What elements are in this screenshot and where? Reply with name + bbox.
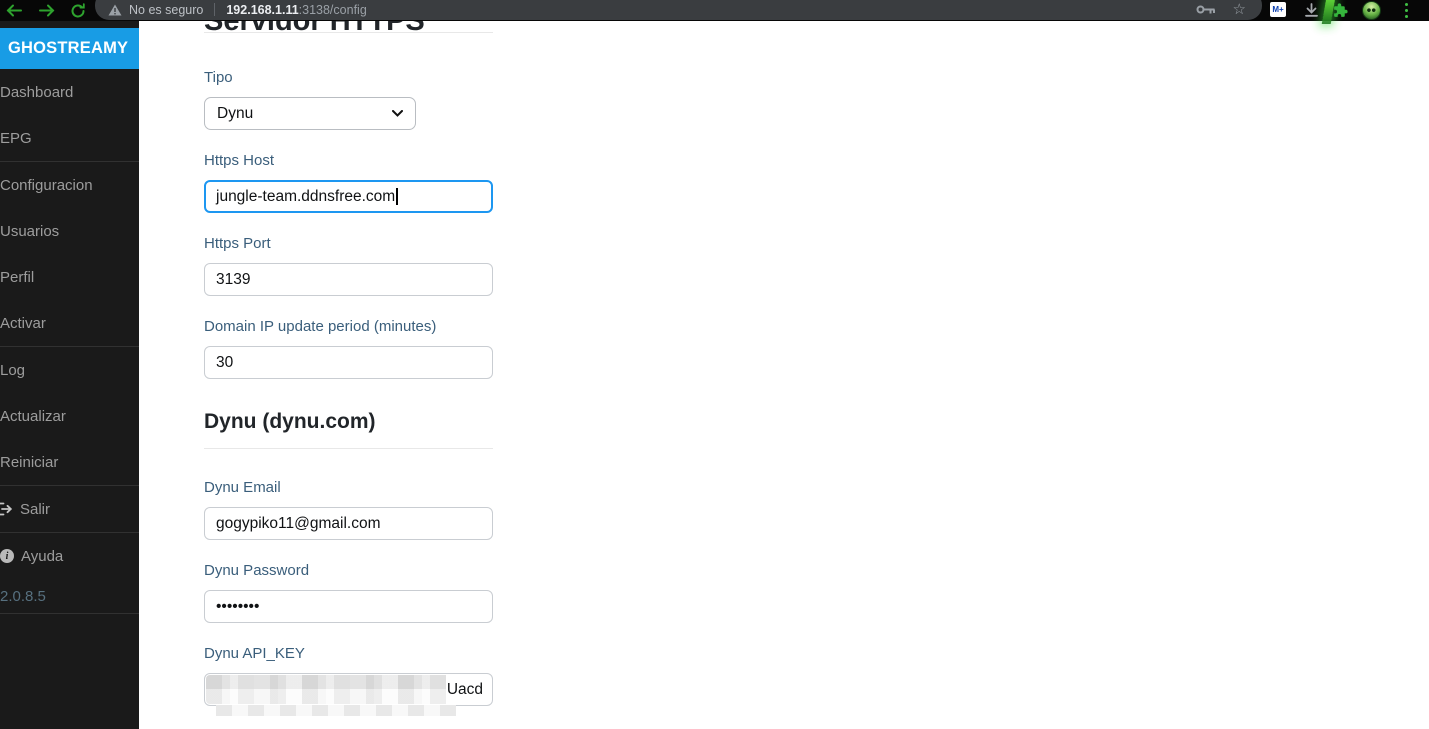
- sidebar-item-label: Dashboard: [0, 84, 73, 101]
- https-host-label: Https Host: [204, 153, 493, 168]
- dynu-password-label: Dynu Password: [204, 563, 493, 578]
- sidebar-item-label: Reiniciar: [0, 454, 58, 471]
- sidebar-item-label: Usuarios: [0, 223, 59, 240]
- sidebar-item-usuarios[interactable]: Usuarios: [0, 208, 139, 254]
- tipo-select[interactable]: Dynu: [204, 97, 416, 130]
- info-icon: i: [0, 549, 14, 563]
- dynu-email-input[interactable]: [204, 507, 493, 540]
- url-path: :3138/config: [299, 3, 367, 17]
- sidebar-item-reiniciar[interactable]: Reiniciar: [0, 439, 139, 485]
- apikey-visible-suffix: Uacd: [447, 673, 483, 706]
- sidebar-item-label: Actualizar: [0, 408, 66, 425]
- sidebar-item-label: Activar: [0, 315, 46, 332]
- sidebar-item-log[interactable]: Log: [0, 347, 139, 393]
- section-divider: [204, 448, 493, 449]
- omnibox-divider: [214, 3, 215, 16]
- url-text[interactable]: 192.168.1.11:3138/config: [226, 3, 366, 17]
- tipo-label: Tipo: [204, 70, 493, 85]
- sidebar-item-dashboard[interactable]: Dashboard: [0, 69, 139, 115]
- security-chip[interactable]: No es seguro: [108, 3, 203, 17]
- https-host-value: jungle-team.ddnsfree.com: [216, 188, 395, 206]
- bookmark-star-icon[interactable]: ☆: [1233, 2, 1246, 17]
- refresh-icon[interactable]: [70, 3, 86, 19]
- url-host: 192.168.1.11: [226, 3, 298, 17]
- sidebar-item-perfil[interactable]: Perfil: [0, 254, 139, 300]
- sidebar-item-label: Configuracion: [0, 177, 93, 194]
- browser-menu-icon[interactable]: [1405, 3, 1409, 18]
- back-icon[interactable]: [6, 3, 23, 18]
- profile-avatar[interactable]: [1362, 1, 1381, 20]
- config-page: Servidor HTTPS Tipo Dynu Https Host jung…: [139, 21, 1429, 729]
- dynu-password-input[interactable]: [204, 590, 493, 623]
- text-caret: [396, 188, 398, 205]
- sidebar-item-label: EPG: [0, 130, 32, 147]
- browser-toolbar: No es seguro 192.168.1.11:3138/config ☆ …: [0, 0, 1429, 21]
- sidebar-divider: [0, 613, 139, 614]
- security-label: No es seguro: [129, 3, 203, 17]
- extensions-puzzle-icon[interactable]: [1332, 2, 1349, 19]
- redaction-blur: [216, 705, 456, 716]
- sidebar-item-label: Ayuda: [21, 548, 63, 565]
- sidebar-item-epg[interactable]: EPG: [0, 115, 139, 161]
- sidebar-item-configuracion[interactable]: Configuracion: [0, 162, 139, 208]
- domain-period-label: Domain IP update period (minutes): [204, 319, 493, 334]
- redaction-blur: [206, 675, 446, 704]
- sidebar-item-label: Perfil: [0, 269, 34, 286]
- https-host-input[interactable]: jungle-team.ddnsfree.com: [204, 180, 493, 213]
- sidebar-item-label: Salir: [20, 501, 50, 518]
- tipo-selected-value: Dynu: [217, 105, 253, 123]
- sign-out-icon: [0, 502, 13, 516]
- https-port-label: Https Port: [204, 236, 493, 251]
- sidebar-item-ayuda[interactable]: i Ayuda: [0, 533, 139, 579]
- app-version: 2.0.8.5: [0, 579, 139, 613]
- dynu-apikey-label: Dynu API_KEY: [204, 646, 493, 661]
- domain-period-input[interactable]: [204, 346, 493, 379]
- warning-icon: [108, 4, 122, 16]
- extension-mplus-icon[interactable]: M+: [1270, 2, 1286, 17]
- forward-icon[interactable]: [38, 3, 55, 18]
- sidebar-item-activar[interactable]: Activar: [0, 300, 139, 346]
- download-icon[interactable]: [1304, 3, 1319, 18]
- chevron-down-icon: [392, 110, 403, 117]
- url-bar[interactable]: No es seguro 192.168.1.11:3138/config ☆: [95, 0, 1262, 20]
- sidebar-item-label: Log: [0, 362, 25, 379]
- key-icon[interactable]: [1196, 4, 1216, 15]
- brand-logo[interactable]: GHOSTREAMY: [0, 28, 139, 69]
- page-title: Servidor HTTPS: [204, 21, 425, 36]
- dynu-section-title: Dynu (dynu.com): [204, 411, 493, 432]
- sidebar-item-actualizar[interactable]: Actualizar: [0, 393, 139, 439]
- https-port-input[interactable]: [204, 263, 493, 296]
- sidebar: GHOSTREAMY Dashboard EPG Configuracion U…: [0, 21, 139, 729]
- dynu-email-label: Dynu Email: [204, 480, 493, 495]
- sidebar-item-salir[interactable]: Salir: [0, 486, 139, 532]
